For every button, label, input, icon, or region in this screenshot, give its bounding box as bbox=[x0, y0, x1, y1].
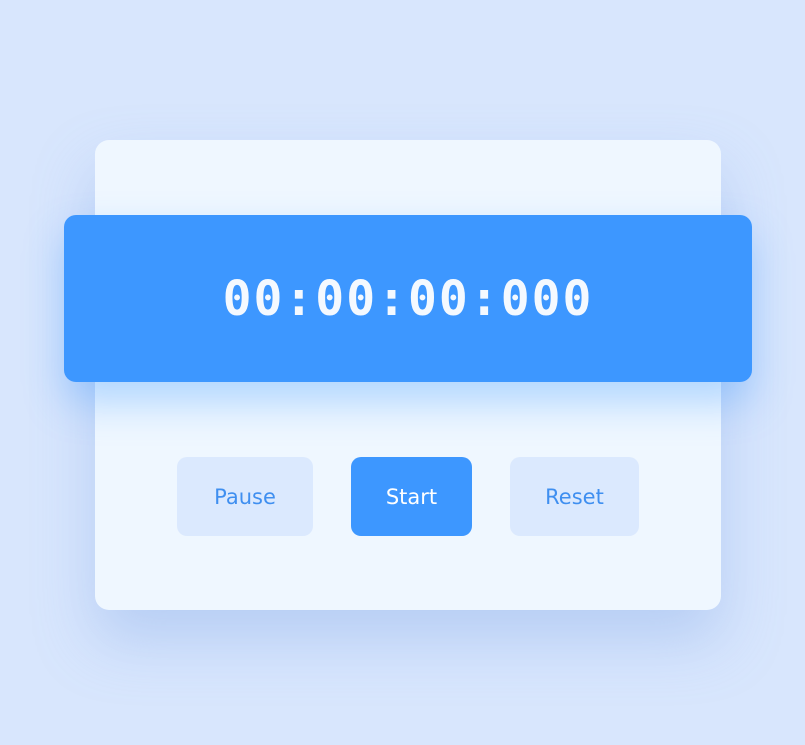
pause-button[interactable]: Pause bbox=[177, 457, 313, 536]
time-display: 00:00:00:000 bbox=[222, 270, 594, 327]
time-display-panel: 00:00:00:000 bbox=[64, 215, 752, 382]
start-button[interactable]: Start bbox=[351, 457, 472, 536]
reset-button[interactable]: Reset bbox=[510, 457, 639, 536]
